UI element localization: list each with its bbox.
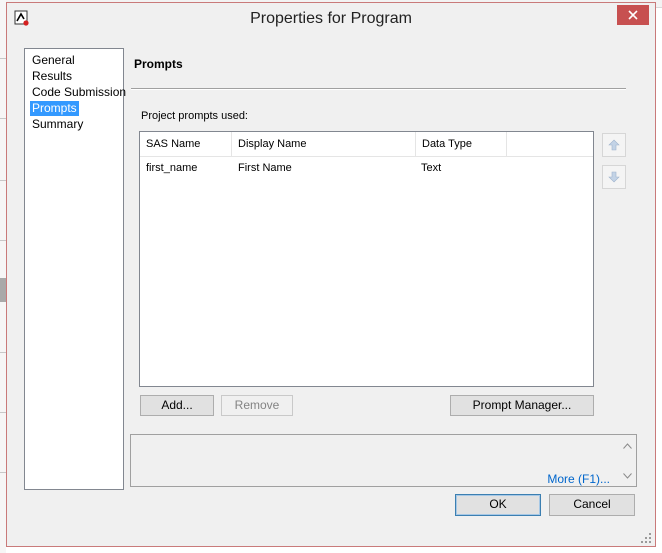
dialog-title: Properties for Program: [250, 10, 412, 27]
listview-header: SAS Name Display Name Data Type: [140, 132, 593, 157]
move-down-button[interactable]: [602, 165, 626, 189]
category-list[interactable]: General Results Code Submission Prompts …: [24, 48, 126, 490]
prompt-manager-button[interactable]: Prompt Manager...: [450, 395, 594, 416]
prompts-list-label: Project prompts used:: [141, 110, 248, 122]
title-bar: Properties for Program: [7, 3, 655, 34]
nav-item-prompts[interactable]: Prompts: [30, 101, 79, 116]
arrow-down-icon: [608, 171, 620, 183]
scroll-down-icon[interactable]: [623, 473, 632, 479]
help-panel: More (F1)...: [130, 434, 637, 487]
properties-dialog: Properties for Program General Results C…: [6, 2, 656, 547]
move-up-button[interactable]: [602, 133, 626, 157]
cell-display-name: First Name: [238, 162, 292, 174]
resize-grip-icon[interactable]: [641, 532, 651, 543]
remove-button[interactable]: Remove: [221, 395, 293, 416]
arrow-up-icon: [608, 139, 620, 151]
cancel-button[interactable]: Cancel: [549, 494, 635, 516]
column-header-sas-name[interactable]: SAS Name: [140, 132, 231, 157]
section-heading: Prompts: [134, 57, 183, 71]
cell-sas-name: first_name: [146, 162, 198, 174]
close-icon: [628, 10, 638, 20]
cell-data-type: Text: [421, 162, 442, 174]
nav-item-general[interactable]: General: [30, 53, 77, 68]
nav-item-code-submission[interactable]: Code Submission: [30, 85, 128, 100]
close-button[interactable]: [617, 5, 649, 25]
more-help-link[interactable]: More (F1)...: [547, 472, 610, 486]
scroll-up-icon[interactable]: [623, 443, 632, 449]
add-button[interactable]: Add...: [140, 395, 214, 416]
column-header-display-name[interactable]: Display Name: [232, 132, 415, 157]
prompts-listview[interactable]: SAS Name Display Name Data Type first_na…: [139, 131, 594, 387]
ok-button[interactable]: OK: [455, 494, 541, 516]
nav-item-results[interactable]: Results: [30, 69, 74, 84]
column-header-data-type[interactable]: Data Type: [416, 132, 506, 157]
nav-item-summary[interactable]: Summary: [30, 117, 85, 132]
help-scrollbar[interactable]: [619, 435, 636, 486]
